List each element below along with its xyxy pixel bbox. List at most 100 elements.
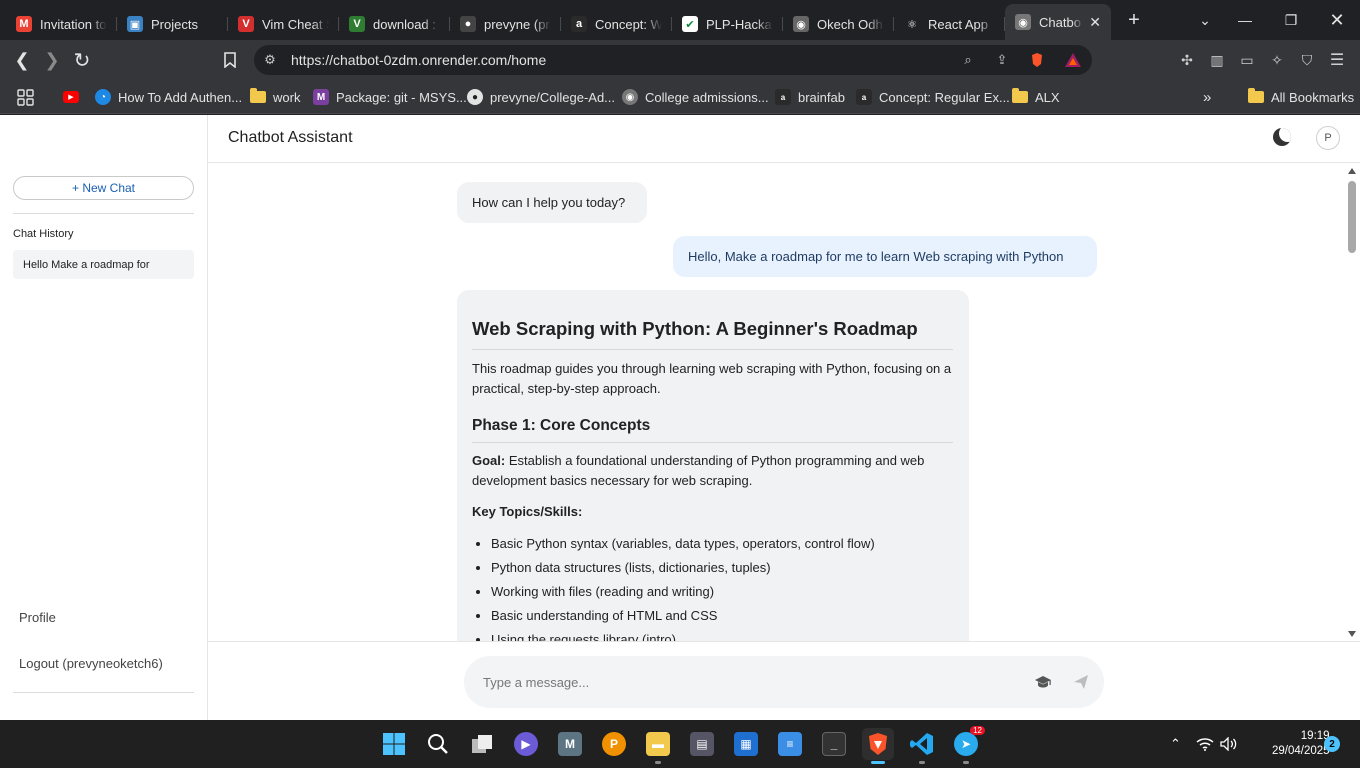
browser-tab[interactable]: ⚛ React App bbox=[894, 8, 1005, 40]
back-icon[interactable]: ❮ bbox=[10, 48, 34, 72]
browser-tab[interactable]: M Invitation to bbox=[6, 8, 117, 40]
bookmark-work-folder[interactable]: work bbox=[250, 88, 300, 106]
goal-label: Goal: bbox=[472, 453, 506, 468]
new-tab-button[interactable]: + bbox=[1119, 9, 1149, 32]
bookmark-brainfab[interactable]: a brainfab bbox=[775, 88, 845, 106]
menu-icon[interactable]: ☰ bbox=[1328, 51, 1346, 69]
react-icon: ⚛ bbox=[904, 16, 920, 32]
sidebar-icon[interactable]: ▥ bbox=[1208, 51, 1226, 69]
task-view-button[interactable] bbox=[466, 728, 498, 760]
bookmark-alx-folder[interactable]: ALX bbox=[1012, 88, 1060, 106]
search-button[interactable] bbox=[422, 728, 454, 760]
tab-label: React App bbox=[928, 16, 988, 32]
tab-label: Okech Odh bbox=[817, 16, 883, 32]
address-url[interactable]: https://chatbot-0zdm.onrender.com/home bbox=[291, 52, 546, 68]
browser-toolbar: ❮ ❯ ↻ ⚙ https://chatbot-0zdm.onrender.co… bbox=[0, 40, 1360, 80]
all-bookmarks-folder[interactable]: All Bookmarks bbox=[1248, 88, 1354, 106]
bookmarks-bar: ▶ ◔ How To Add Authen... work M Package:… bbox=[0, 80, 1360, 114]
msys-icon: M bbox=[313, 89, 329, 105]
taskbar-msys-app[interactable]: M bbox=[554, 728, 586, 760]
dark-mode-toggle-icon[interactable] bbox=[1273, 128, 1291, 146]
scroll-thumb[interactable] bbox=[1348, 181, 1356, 253]
browser-tab[interactable]: ▣ Projects bbox=[117, 8, 228, 40]
goal-paragraph: Goal: Establish a foundational understan… bbox=[472, 451, 953, 491]
chat-history-item[interactable]: Hello Make a roadmap for bbox=[13, 250, 194, 279]
start-button[interactable] bbox=[378, 728, 410, 760]
browser-tab[interactable]: a Concept: W bbox=[561, 8, 672, 40]
taskbar-pdf-app[interactable]: P bbox=[598, 728, 630, 760]
taskbar-terminal-app[interactable]: ▤ bbox=[686, 728, 718, 760]
bookmark-label: work bbox=[273, 89, 301, 105]
browser-tab[interactable]: ✔ PLP-Hackat bbox=[672, 8, 783, 40]
wifi-icon[interactable] bbox=[1196, 720, 1214, 768]
taskbar-telegram[interactable]: ➤ 12 bbox=[950, 726, 985, 764]
bookmark-auth[interactable]: ◔ How To Add Authen... bbox=[95, 88, 242, 106]
browser-tab[interactable]: ● prevyne (pr bbox=[450, 8, 561, 40]
tray-overflow-icon[interactable]: ⌃ bbox=[1170, 720, 1181, 768]
list-item: Using the requests library (intro) bbox=[491, 628, 953, 641]
browser-tab[interactable]: V Vim Cheat S bbox=[228, 8, 339, 40]
bookmark-page-icon[interactable] bbox=[218, 48, 242, 72]
site-info-icon[interactable]: ⚙ bbox=[262, 52, 278, 68]
form-icon: ✔ bbox=[682, 16, 698, 32]
taskbar-file-explorer[interactable]: ▬ bbox=[642, 728, 674, 764]
volume-icon[interactable] bbox=[1220, 720, 1238, 768]
running-indicator bbox=[919, 761, 925, 764]
taskbar-chat-app[interactable]: ▶ bbox=[510, 728, 542, 760]
browser-tab[interactable]: Vdownload : bbox=[339, 8, 450, 40]
taskbar-console-app[interactable]: _ bbox=[818, 728, 850, 760]
notification-badge[interactable]: 2 bbox=[1324, 736, 1340, 752]
apps-grid-icon[interactable] bbox=[17, 88, 34, 106]
page-title: Chatbot Assistant bbox=[228, 129, 353, 146]
graduation-cap-icon[interactable] bbox=[1034, 675, 1052, 689]
leo-ai-icon[interactable]: ✧ bbox=[1268, 51, 1286, 69]
vpn-icon[interactable]: ⛉ bbox=[1298, 51, 1316, 69]
scroll-up-icon[interactable] bbox=[1348, 168, 1356, 174]
folder-icon bbox=[1012, 88, 1028, 103]
maximize-button[interactable]: ❐ bbox=[1268, 0, 1314, 40]
close-window-button[interactable]: ✕ bbox=[1314, 0, 1360, 40]
send-icon[interactable] bbox=[1073, 674, 1089, 690]
avatar[interactable]: P bbox=[1316, 126, 1340, 150]
bookmark-regex[interactable]: a Concept: Regular Ex... bbox=[856, 88, 1010, 106]
windows-icon bbox=[383, 733, 405, 755]
bookmark-college[interactable]: ◉ College admissions... bbox=[622, 88, 769, 106]
zoom-icon[interactable]: ⌕ bbox=[960, 52, 976, 68]
logout-link[interactable]: Logout (prevyneoketch6) bbox=[19, 656, 163, 671]
chat-scrollbar[interactable] bbox=[1344, 164, 1360, 641]
brave-shields-icon[interactable] bbox=[1029, 52, 1045, 68]
new-chat-button[interactable]: + New Chat bbox=[13, 176, 194, 200]
taskbar-brave-browser[interactable] bbox=[862, 728, 894, 764]
message-input[interactable] bbox=[483, 670, 1003, 694]
bookmark-label: How To Add Authen... bbox=[118, 89, 243, 105]
running-indicator bbox=[655, 761, 661, 764]
bookmark-msys[interactable]: M Package: git - MSYS... bbox=[313, 88, 467, 106]
search-icon bbox=[428, 734, 448, 754]
telegram-icon: ➤ bbox=[954, 732, 978, 756]
reload-icon[interactable]: ↻ bbox=[70, 48, 94, 72]
browser-tab[interactable]: ◉ Okech Odh bbox=[783, 8, 894, 40]
chat-messages: How can I help you today? Hello, Make a … bbox=[208, 164, 1344, 641]
browser-tab[interactable]: ◉ Chatbo ✕ bbox=[1005, 4, 1111, 40]
share-icon[interactable]: ⇪ bbox=[994, 52, 1010, 68]
extensions-icon[interactable]: ✣ bbox=[1178, 51, 1196, 69]
bookmark-github[interactable]: ● prevyne/College-Ad... bbox=[467, 88, 615, 106]
user-message: Hello, Make a roadmap for me to learn We… bbox=[673, 236, 1097, 277]
close-tab-icon[interactable]: ✕ bbox=[1089, 14, 1101, 31]
more-bookmarks-icon[interactable]: » bbox=[1203, 88, 1211, 106]
scroll-down-icon[interactable] bbox=[1348, 631, 1356, 637]
taskbar-store-app[interactable]: ▦ bbox=[730, 728, 762, 760]
browser-tab-strip: M Invitation to ▣ Projects V Vim Cheat S Vdown… bbox=[0, 0, 1360, 40]
bookmark-youtube[interactable]: ▶ bbox=[63, 88, 86, 106]
address-bar[interactable]: ⚙ https://chatbot-0zdm.onrender.com/home… bbox=[254, 45, 1092, 75]
minimize-button[interactable]: — bbox=[1222, 0, 1268, 40]
brave-rewards-icon[interactable] bbox=[1065, 52, 1081, 68]
forward-icon[interactable]: ❯ bbox=[40, 48, 64, 72]
system-clock[interactable]: 19:19 29/04/2025 bbox=[1272, 729, 1330, 759]
topics-list: Basic Python syntax (variables, data typ… bbox=[472, 532, 953, 641]
taskbar-notepad-app[interactable]: ≡ bbox=[774, 728, 806, 760]
taskbar-vscode[interactable] bbox=[906, 728, 938, 764]
wallet-icon[interactable]: ▭ bbox=[1238, 51, 1256, 69]
profile-link[interactable]: Profile bbox=[19, 610, 56, 625]
list-item: Python data structures (lists, dictionar… bbox=[491, 556, 953, 580]
